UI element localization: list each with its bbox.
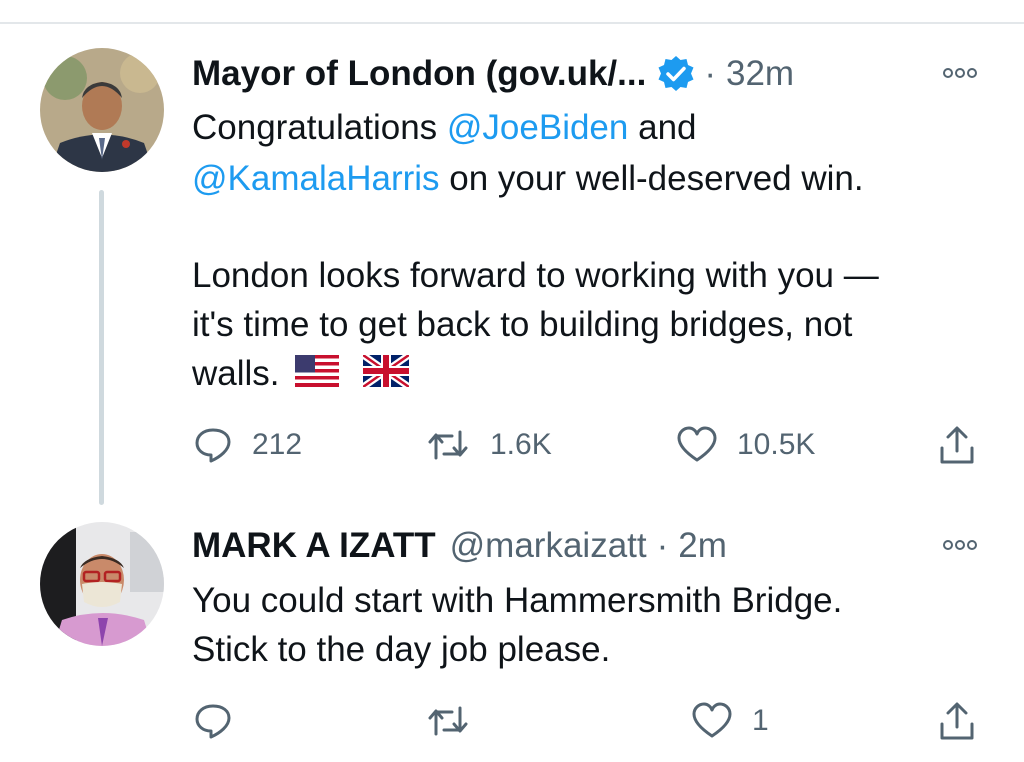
- mention-kamalaharris[interactable]: @KamalaHarris: [192, 159, 440, 198]
- reply-count: 212: [252, 428, 303, 461]
- avatar-markaizatt[interactable]: [40, 522, 164, 646]
- more-options-icon[interactable]: [942, 66, 978, 80]
- us-flag-icon: [295, 351, 340, 401]
- like-icon: [692, 702, 732, 738]
- uk-flag-icon: [361, 351, 411, 401]
- reply-button[interactable]: 212: [192, 424, 302, 466]
- tweet2-line2: Stick to the day job please.: [192, 630, 611, 669]
- like-count: 10.5K: [737, 428, 816, 461]
- tweet1-timestamp[interactable]: 32m: [726, 54, 794, 94]
- like-count: 1: [752, 704, 769, 737]
- tweet1-line1: Congratulations @JoeBiden and: [192, 103, 697, 153]
- reply-icon: [195, 428, 231, 463]
- retweet-icon: [428, 706, 468, 736]
- thread-connector: [99, 190, 104, 505]
- tweet1-line3: London looks forward to working with you…: [192, 256, 879, 295]
- tweet2-handle[interactable]: @markaizatt: [450, 526, 647, 566]
- tweet1-header: Mayor of London (gov.uk/... · 32m: [192, 54, 794, 94]
- like-icon: [677, 426, 717, 462]
- tweet2-dot: ·: [656, 526, 669, 565]
- tweet1-author-name[interactable]: Mayor of London (gov.uk/...: [192, 54, 646, 94]
- like-button[interactable]: 10.5K: [675, 424, 815, 466]
- retweet-button[interactable]: 1.6K: [424, 424, 552, 466]
- share-icon: [940, 426, 974, 464]
- tweet1-text: Congratulations: [192, 108, 447, 147]
- tweet2-timestamp[interactable]: 2m: [678, 526, 727, 566]
- mention-joebiden[interactable]: @JoeBiden: [447, 108, 628, 147]
- retweet-count: 1.6K: [490, 428, 552, 461]
- verified-badge-icon: [656, 54, 696, 94]
- more-options-icon[interactable]: [942, 538, 978, 552]
- like-button[interactable]: 1: [690, 700, 769, 742]
- tweet1-text: walls.: [192, 354, 280, 393]
- share-button[interactable]: [936, 700, 978, 744]
- reply-icon: [195, 704, 231, 739]
- tweet1-line4: it's time to get back to building bridge…: [192, 305, 853, 344]
- share-button[interactable]: [936, 424, 978, 468]
- tweet1-text: and: [628, 108, 697, 147]
- tweet2-header: MARK A IZATT @markaizatt · 2m: [192, 526, 727, 566]
- retweet-button[interactable]: [424, 700, 472, 742]
- tweet1-text: on your well-deserved win.: [439, 159, 864, 198]
- tweet2-author-name[interactable]: MARK A IZATT: [192, 526, 436, 566]
- tweet1-line5: walls.: [192, 349, 411, 401]
- tweet2-line1: You could start with Hammersmith Bridge.: [192, 581, 843, 620]
- reply-button[interactable]: [192, 700, 234, 742]
- tweet1-line2: @KamalaHarris on your well-deserved win.: [192, 154, 864, 204]
- avatar-mayor[interactable]: [40, 48, 164, 172]
- tweet1-dot: ·: [704, 54, 716, 93]
- retweet-icon: [428, 430, 468, 460]
- top-divider: [0, 22, 1024, 24]
- share-icon: [940, 702, 974, 740]
